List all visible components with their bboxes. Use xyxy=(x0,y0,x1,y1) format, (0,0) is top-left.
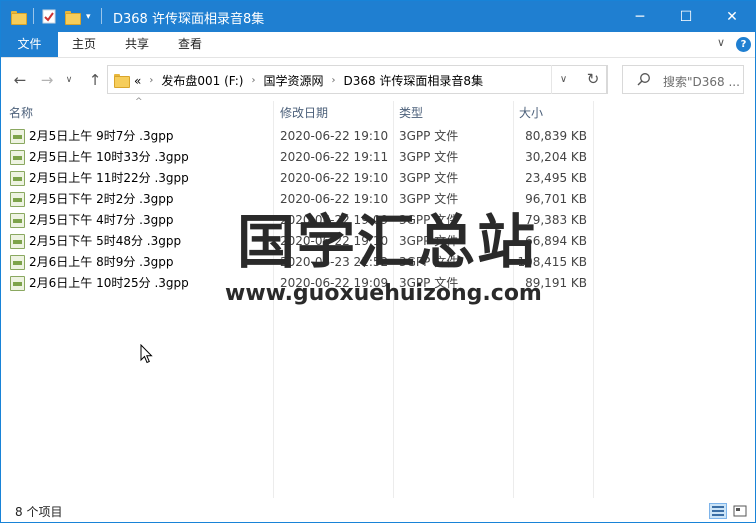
tab-view[interactable]: 查看 xyxy=(167,32,213,57)
details-view-button[interactable] xyxy=(709,503,727,519)
refresh-button[interactable]: ↻ xyxy=(579,65,608,94)
watermark-url: www.guoxuehuizong.com xyxy=(225,281,542,306)
file-name: 2月5日下午 5时48分 .3gpp xyxy=(29,234,182,248)
large-icons-view-button[interactable] xyxy=(731,503,749,519)
minimize-button[interactable]: ─ xyxy=(617,1,663,32)
tab-file[interactable]: 文件 xyxy=(1,32,58,57)
ribbon: 文件 主页 共享 查看 ∨ ? xyxy=(1,32,755,58)
address-folder-icon xyxy=(114,74,130,88)
breadcrumb-separator-icon[interactable]: › xyxy=(251,75,255,86)
file-row[interactable]: 2月5日上午 9时7分 .3gpp 2020-06-22 19:10 3GPP … xyxy=(7,126,593,147)
file-name: 2月5日上午 9时7分 .3gpp xyxy=(29,129,174,143)
file-name: 2月5日下午 4时7分 .3gpp xyxy=(29,213,174,227)
properties-icon[interactable] xyxy=(42,8,56,25)
back-button[interactable]: ← xyxy=(10,70,30,90)
column-header-date[interactable]: 修改日期 xyxy=(280,102,392,124)
breadcrumb-separator-icon[interactable]: › xyxy=(331,75,335,86)
close-button[interactable]: ✕ xyxy=(709,1,755,32)
audio-file-icon xyxy=(10,129,25,144)
column-divider[interactable] xyxy=(593,101,594,498)
column-header-name[interactable]: 名称 xyxy=(9,102,271,124)
breadcrumb-overflow[interactable]: « xyxy=(134,74,141,88)
file-type: 3GPP 文件 xyxy=(399,129,459,143)
address-bar[interactable]: « › 发布盘001 (F:) › 国学资源网 › D368 许传琛面相录音8集 xyxy=(107,65,607,94)
breadcrumb-guoxue[interactable]: 国学资源网 xyxy=(263,72,323,89)
quick-access-dropdown-icon[interactable]: ▾ xyxy=(86,8,91,25)
file-date: 2020-06-22 19:10 xyxy=(280,171,389,185)
audio-file-icon xyxy=(10,234,25,249)
address-dropdown-icon[interactable]: ∨ xyxy=(551,65,575,94)
audio-file-icon xyxy=(10,255,25,270)
tab-home[interactable]: 主页 xyxy=(61,32,107,57)
search-box[interactable]: 搜索"D368 ... xyxy=(622,65,744,94)
file-row[interactable]: 2月5日下午 2时2分 .3gpp 2020-06-22 19:10 3GPP … xyxy=(7,189,593,210)
title-separator xyxy=(101,8,102,24)
file-name: 2月6日上午 10时25分 .3gpp xyxy=(29,276,189,290)
audio-file-icon xyxy=(10,276,25,291)
file-name: 2月5日上午 10时33分 .3gpp xyxy=(29,150,189,164)
file-date: 2020-06-22 19:10 xyxy=(280,192,389,206)
file-row[interactable]: 2月5日上午 10时33分 .3gpp 2020-06-22 19:11 3GP… xyxy=(7,147,593,168)
file-type: 3GPP 文件 xyxy=(399,192,459,206)
file-row[interactable]: 2月5日上午 11时22分 .3gpp 2020-06-22 19:10 3GP… xyxy=(7,168,593,189)
breadcrumb-separator-icon[interactable]: › xyxy=(149,75,153,86)
recent-locations-button[interactable]: ∨ xyxy=(59,70,79,90)
audio-file-icon xyxy=(10,150,25,165)
large-icons-view-icon xyxy=(733,505,747,517)
breadcrumb: « › 发布盘001 (F:) › 国学资源网 › D368 许传琛面相录音8集 xyxy=(134,72,483,89)
ribbon-expand-icon[interactable]: ∨ xyxy=(717,36,725,49)
new-folder-icon[interactable] xyxy=(65,8,81,25)
status-bar: 8 个项目 xyxy=(1,501,755,522)
explorer-window: ▾ D368 许传琛面相录音8集 ─ ☐ ✕ 文件 主页 共享 查看 ∨ ? ←… xyxy=(0,0,756,523)
file-name: 2月5日上午 11时22分 .3gpp xyxy=(29,171,189,185)
quick-access-folder-icon[interactable] xyxy=(11,8,27,25)
item-count: 8 个项目 xyxy=(15,505,63,519)
file-size: 96,701 KB xyxy=(525,192,587,206)
quick-access-separator xyxy=(33,8,34,24)
tab-share[interactable]: 共享 xyxy=(114,32,160,57)
column-header-type[interactable]: 类型 xyxy=(399,102,511,124)
title-bar[interactable]: ▾ D368 许传琛面相录音8集 ─ ☐ ✕ xyxy=(1,1,755,32)
details-view-icon xyxy=(712,506,724,516)
search-input[interactable]: 搜索"D368 ... xyxy=(663,73,740,90)
file-size: 80,839 KB xyxy=(525,129,587,143)
window-title: D368 许传琛面相录音8集 xyxy=(113,12,265,27)
file-date: 2020-06-22 19:10 xyxy=(280,129,389,143)
watermark-title: 国学汇总站 xyxy=(237,208,538,276)
file-date: 2020-06-22 19:11 xyxy=(280,150,389,164)
breadcrumb-current-folder[interactable]: D368 许传琛面相录音8集 xyxy=(343,72,483,89)
audio-file-icon xyxy=(10,213,25,228)
file-size: 30,204 KB xyxy=(525,150,587,164)
audio-file-icon xyxy=(10,192,25,207)
up-button[interactable]: ↑ xyxy=(85,70,105,90)
column-header-size[interactable]: 大小 xyxy=(519,102,591,124)
file-name: 2月6日上午 8时9分 .3gpp xyxy=(29,255,174,269)
search-icon xyxy=(637,73,650,86)
help-icon[interactable]: ? xyxy=(736,37,751,52)
audio-file-icon xyxy=(10,171,25,186)
file-type: 3GPP 文件 xyxy=(399,150,459,164)
file-size: 23,495 KB xyxy=(525,171,587,185)
mouse-cursor-icon xyxy=(140,344,153,364)
file-type: 3GPP 文件 xyxy=(399,171,459,185)
maximize-button[interactable]: ☐ xyxy=(663,1,709,32)
file-name: 2月5日下午 2时2分 .3gpp xyxy=(29,192,174,206)
forward-button[interactable]: → xyxy=(37,70,57,90)
breadcrumb-drive[interactable]: 发布盘001 (F:) xyxy=(161,72,243,89)
